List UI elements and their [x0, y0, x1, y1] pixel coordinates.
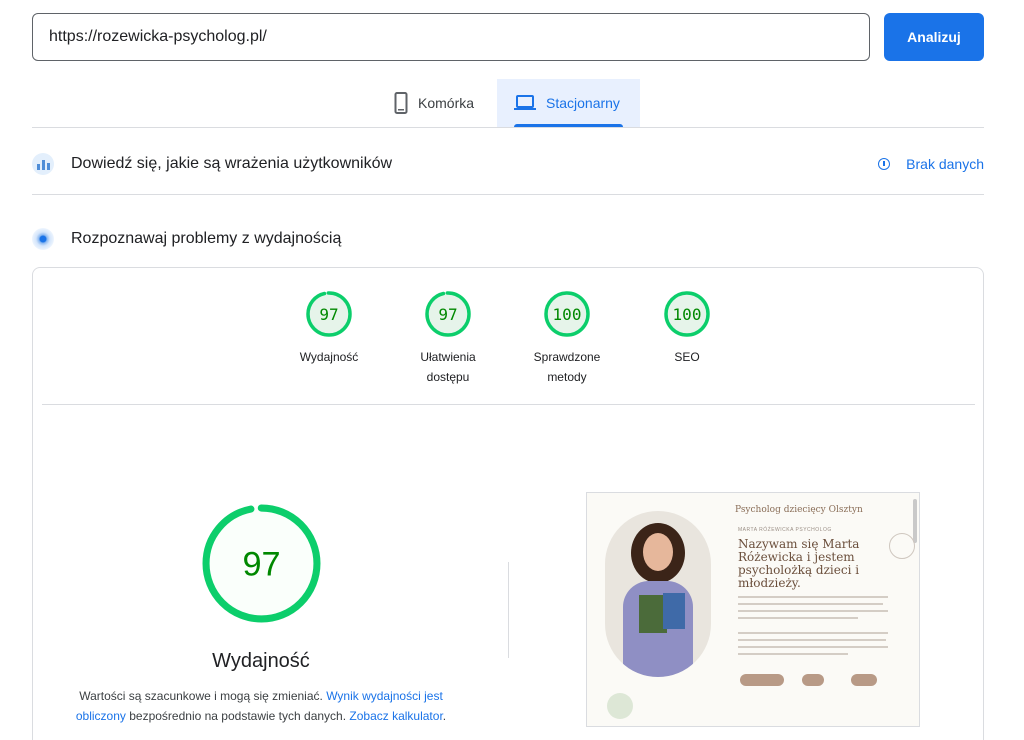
thumbnail-scrollbar [913, 499, 917, 543]
score-value: 97 [438, 305, 457, 324]
scores-divider [42, 404, 975, 405]
performance-gauge-large: 97 [202, 504, 321, 623]
score-gauge-best-practices[interactable]: 100 Sprawdzone metody [517, 290, 617, 387]
score-label: Wydajność [299, 350, 359, 364]
score-value: 100 [553, 305, 582, 324]
portrait-photo [605, 511, 711, 677]
thumbnail-text-line [738, 610, 888, 612]
thumbnail-text-line [738, 653, 848, 655]
info-icon [878, 158, 891, 170]
laptop-icon [514, 95, 536, 111]
performance-title: Wydajność [212, 650, 310, 672]
thumbnail-kicker: MARTA RÓŻEWICKA PSYCHOLOG [738, 527, 832, 533]
thumbnail-text-line [738, 639, 886, 641]
section-divider [32, 194, 984, 195]
decorative-circle [889, 533, 915, 559]
thumbnail-button [802, 674, 824, 686]
thumbnail-button [851, 674, 877, 686]
score-gauge-seo[interactable]: 100 SEO [637, 290, 737, 367]
score-value: 100 [673, 305, 702, 324]
vertical-separator [508, 562, 509, 658]
disclaimer-text: bezpośrednio na podstawie tych danych. [125, 709, 350, 723]
tab-mobile[interactable]: Komórka [380, 79, 497, 127]
tab-mobile-label: Komórka [418, 95, 475, 111]
no-data-link[interactable]: Brak danych [878, 156, 984, 172]
gauge-ring: 100 [664, 291, 710, 337]
gauge-ring: 97 [425, 291, 471, 337]
lab-section-header: Rozpoznawaj problemy z wydajnością [32, 221, 984, 257]
thumbnail-text-line [738, 603, 883, 605]
score-value: 97 [319, 305, 338, 324]
score-label: Sprawdzone metody [533, 350, 601, 384]
url-input[interactable] [32, 13, 870, 61]
page-screenshot-thumbnail: Psycholog dziecięcy Olsztyn MARTA RÓŻEWI… [586, 492, 920, 727]
thumbnail-button [740, 674, 784, 686]
thumbnail-brand: Psycholog dziecięcy Olsztyn [735, 505, 863, 515]
tab-desktop[interactable]: Stacjonarny [497, 79, 640, 127]
gauge-ring: 97 [306, 291, 352, 337]
analyze-button[interactable]: Analizuj [884, 13, 984, 61]
score-gauge-performance[interactable]: 97 Wydajność [279, 290, 379, 367]
crux-icon [32, 153, 54, 175]
thumbnail-text-line [738, 596, 888, 598]
disclaimer-text: . [442, 709, 447, 723]
score-label: SEO [674, 350, 700, 364]
crux-title: Dowiedź się, jakie są wrażenia użytkowni… [71, 155, 393, 172]
tabs-divider [32, 127, 984, 128]
crux-section-header: Dowiedź się, jakie są wrażenia użytkowni… [32, 146, 984, 182]
smartphone-icon [394, 92, 408, 114]
disclaimer-text: Wartości są szacunkowe i mogą się zmieni… [79, 689, 327, 703]
thumbnail-headline: Nazywam się Marta Różewicka i jestem psy… [738, 537, 860, 590]
thumbnail-text-line [738, 646, 888, 648]
thumbnail-text-line [738, 617, 858, 619]
performance-score-value: 97 [242, 546, 280, 584]
calculator-link[interactable]: Zobacz kalkulator [349, 709, 442, 723]
gauge-ring: 100 [544, 291, 590, 337]
lab-data-icon [32, 228, 54, 250]
score-label: Ułatwienia dostępu [420, 350, 476, 384]
no-data-label: Brak danych [906, 156, 984, 172]
performance-disclaimer: Wartości są szacunkowe i mogą się zmieni… [70, 686, 452, 726]
tab-desktop-label: Stacjonarny [546, 95, 620, 111]
score-gauge-accessibility[interactable]: 97 Ułatwienia dostępu [398, 290, 498, 387]
decorative-circle [607, 693, 633, 719]
thumbnail-text-line [738, 632, 888, 634]
lab-title: Rozpoznawaj problemy z wydajnością [71, 230, 342, 247]
